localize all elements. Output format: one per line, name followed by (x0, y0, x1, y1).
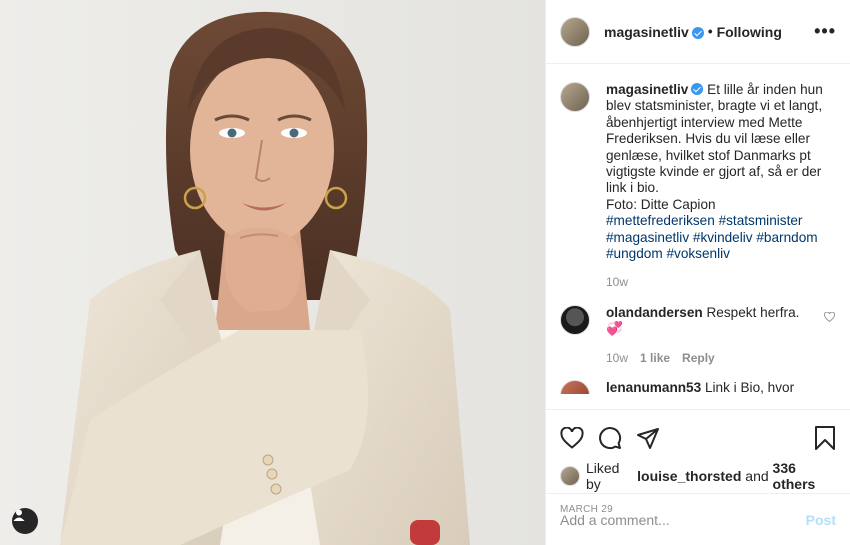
comment-emoji: 💞 (606, 321, 623, 337)
comment-text: Respekt herfra. (706, 304, 800, 320)
heart-icon[interactable] (560, 427, 584, 449)
comment-text: Link i Bio, hvor (704, 380, 795, 395)
liked-by-label: Liked by (586, 460, 620, 492)
action-icons (560, 418, 836, 458)
and-label: and (745, 468, 769, 484)
liked-by-user[interactable]: louise_thorsted (637, 468, 741, 484)
likes-others[interactable]: 336 others (773, 460, 836, 492)
post: magasinetliv • Following ••• magasinetli… (0, 0, 850, 545)
comments-list[interactable]: magasinetliv Et lille år inden hun blev … (546, 64, 850, 409)
add-comment-bar: Post (546, 493, 850, 545)
likes-summary: Liked by louise_thorsted and 336 others (560, 460, 836, 492)
hashtags[interactable]: #mettefrederiksen #statsminister #magasi… (606, 213, 818, 261)
reply-button[interactable]: Reply (682, 350, 715, 366)
avatar[interactable] (560, 380, 590, 395)
post-sidebar: magasinetliv • Following ••• magasinetli… (546, 0, 850, 545)
verified-icon (691, 26, 704, 39)
comment-time[interactable]: 10w (606, 350, 628, 366)
avatar[interactable] (560, 82, 590, 112)
comment-icon[interactable] (598, 426, 622, 450)
comment-username[interactable]: olandandersen (606, 305, 703, 320)
avatar[interactable] (560, 304, 590, 335)
caption-text: Et lille år inden hun blev statsminister… (606, 82, 823, 196)
photo-credit: Foto: Ditte Capion (606, 196, 716, 212)
more-options-icon[interactable]: ••• (814, 21, 836, 42)
share-icon[interactable] (636, 426, 660, 450)
caption-username[interactable]: magasinetliv (606, 82, 688, 97)
portrait-image (0, 0, 545, 545)
user-tag-icon[interactable] (12, 508, 38, 534)
bookmark-icon[interactable] (814, 426, 836, 450)
comment-like-heart-icon[interactable] (824, 311, 836, 366)
comment-item-partial: lenanumann53 Link i Bio, hvor (560, 380, 836, 395)
post-button[interactable]: Post (806, 512, 836, 528)
post-header: magasinetliv • Following ••• (546, 0, 850, 64)
separator-dot: • (707, 24, 713, 39)
comment-item: olandandersen Respekt herfra. 💞 10w 1 li… (560, 304, 836, 366)
avatar[interactable] (560, 16, 590, 47)
comment-username[interactable]: lenanumann53 (606, 380, 701, 394)
comment-likes[interactable]: 1 like (640, 350, 670, 366)
actions-section: Liked by louise_thorsted and 336 others … (546, 409, 850, 545)
avatar[interactable] (560, 466, 580, 486)
caption: magasinetliv Et lille år inden hun blev … (560, 82, 836, 291)
following-button[interactable]: Following (717, 24, 782, 40)
verified-icon (691, 83, 704, 95)
post-photo[interactable] (0, 0, 546, 545)
comment-input[interactable] (560, 511, 806, 528)
header-username[interactable]: magasinetliv (604, 24, 689, 40)
caption-time[interactable]: 10w (606, 274, 628, 290)
